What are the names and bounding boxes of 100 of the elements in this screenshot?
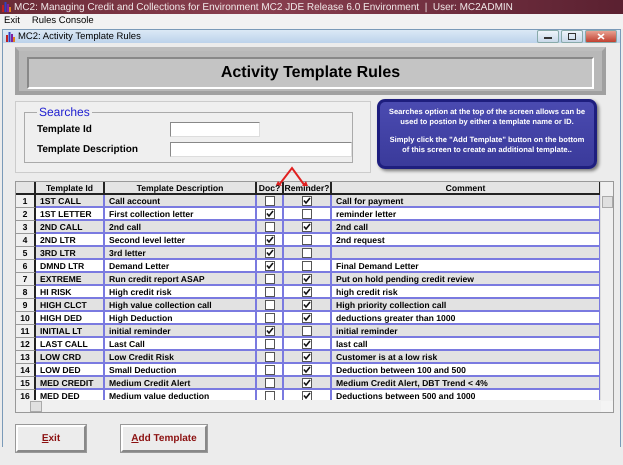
table-cell: 2ND CALL	[36, 221, 105, 234]
table-cell: HIGH CLCT	[36, 299, 105, 312]
table-cell: 2ND LTR	[36, 234, 105, 247]
menu-item[interactable]: Exit	[4, 14, 20, 26]
table-cell: initial reminder	[105, 325, 257, 338]
table-cell: Medium Credit Alert	[105, 377, 257, 390]
vertical-scrollbar[interactable]	[600, 182, 613, 401]
table-cell: Medium value deduction	[105, 390, 257, 401]
table-cell: Customer is at a low risk	[332, 351, 601, 364]
checkbox[interactable]	[264, 312, 274, 322]
table-cell: MED CREDIT	[36, 377, 105, 390]
column-header: Doc?	[257, 182, 284, 195]
maximize-button[interactable]	[561, 30, 583, 43]
action-button[interactable]: Add Template	[121, 425, 207, 452]
row-number: 7	[16, 273, 36, 286]
table-cell: Demand Letter	[105, 260, 257, 273]
column-header: Template Id	[36, 182, 105, 195]
search-field[interactable]	[170, 142, 352, 156]
table-cell: High Deduction	[105, 312, 257, 325]
table-cell: Deduction between 100 and 500	[332, 364, 601, 377]
checkbox[interactable]	[302, 312, 312, 322]
table-cell: deductions greater than 1000	[332, 312, 601, 325]
checkbox[interactable]	[264, 260, 274, 270]
header-corner	[16, 182, 36, 195]
row-number: 12	[16, 338, 36, 351]
checkbox[interactable]	[264, 196, 274, 206]
row-number: 9	[16, 299, 36, 312]
table-cell: Call account	[105, 195, 257, 208]
checkbox[interactable]	[302, 274, 312, 284]
table-cell: 2nd call	[105, 221, 257, 234]
checkbox[interactable]	[302, 326, 312, 336]
checkbox[interactable]	[302, 286, 312, 296]
table-cell: DMND LTR	[36, 260, 105, 273]
horizontal-scrollbar[interactable]	[16, 400, 601, 412]
minimize-button[interactable]	[537, 30, 559, 43]
checkbox[interactable]	[302, 390, 312, 400]
checkbox[interactable]	[264, 378, 274, 388]
close-button[interactable]	[585, 30, 617, 43]
table-cell: Run credit report ASAP	[105, 273, 257, 286]
checkbox[interactable]	[264, 286, 274, 296]
row-number: 16	[16, 390, 36, 401]
checkbox[interactable]	[264, 352, 274, 362]
app-logo-icon	[2, 2, 11, 12]
table-cell: 3RD LTR	[36, 247, 105, 260]
checkbox[interactable]	[302, 248, 312, 258]
scroll-thumb[interactable]	[30, 401, 42, 412]
checkbox[interactable]	[302, 260, 312, 270]
checkbox[interactable]	[302, 378, 312, 388]
checkbox[interactable]	[302, 196, 312, 206]
checkbox[interactable]	[302, 352, 312, 362]
checkbox[interactable]	[302, 234, 312, 244]
checkbox[interactable]	[264, 338, 274, 348]
checkbox[interactable]	[264, 364, 274, 374]
row-number: 6	[16, 260, 36, 273]
checkbox[interactable]	[264, 326, 274, 336]
row-number: 11	[16, 325, 36, 338]
row-number: 8	[16, 286, 36, 299]
table-cell: High value collection call	[105, 299, 257, 312]
group-title: Searches	[38, 105, 91, 119]
checkbox[interactable]	[302, 208, 312, 218]
checkbox[interactable]	[264, 208, 274, 218]
checkbox[interactable]	[264, 248, 274, 258]
row-number: 14	[16, 364, 36, 377]
table-cell: Final Demand Letter	[332, 260, 601, 273]
checkbox[interactable]	[264, 300, 274, 310]
table-cell: First collection letter	[105, 208, 257, 221]
table-cell: MED DED	[36, 390, 105, 401]
table-cell: HIGH DED	[36, 312, 105, 325]
table-cell: Medium Credit Alert, DBT Trend < 4%	[332, 377, 601, 390]
checkbox[interactable]	[264, 274, 274, 284]
checkbox[interactable]	[264, 234, 274, 244]
table-cell: LOW DED	[36, 364, 105, 377]
menu-item[interactable]: Rules Console	[32, 14, 94, 26]
table-cell: INITIAL LT	[36, 325, 105, 338]
table-cell: Small Deduction	[105, 364, 257, 377]
table-cell: HI RISK	[36, 286, 105, 299]
page-heading: Activity Template Rules	[27, 57, 594, 89]
table-cell: 2nd request	[332, 234, 601, 247]
table-cell: High priority collection call	[332, 299, 601, 312]
table-cell: Low Credit Risk	[105, 351, 257, 364]
scroll-thumb[interactable]	[602, 196, 613, 208]
checkbox[interactable]	[302, 222, 312, 232]
search-field[interactable]	[170, 122, 260, 136]
checkbox[interactable]	[264, 222, 274, 232]
row-number: 1	[16, 195, 36, 208]
table-cell: 1ST LETTER	[36, 208, 105, 221]
checkbox[interactable]	[264, 390, 274, 400]
table-cell: Call for payment	[332, 195, 601, 208]
close-icon	[597, 33, 605, 40]
maximize-icon	[568, 33, 576, 40]
checkbox[interactable]	[302, 300, 312, 310]
row-number: 10	[16, 312, 36, 325]
action-button[interactable]: Exit	[16, 425, 86, 452]
window-title: MC2: Activity Template Rules	[18, 31, 142, 42]
row-number: 5	[16, 247, 36, 260]
checkbox[interactable]	[302, 364, 312, 374]
row-number: 13	[16, 351, 36, 364]
column-header: Reminder?	[284, 182, 332, 195]
column-header: Comment	[332, 182, 601, 195]
checkbox[interactable]	[302, 338, 312, 348]
